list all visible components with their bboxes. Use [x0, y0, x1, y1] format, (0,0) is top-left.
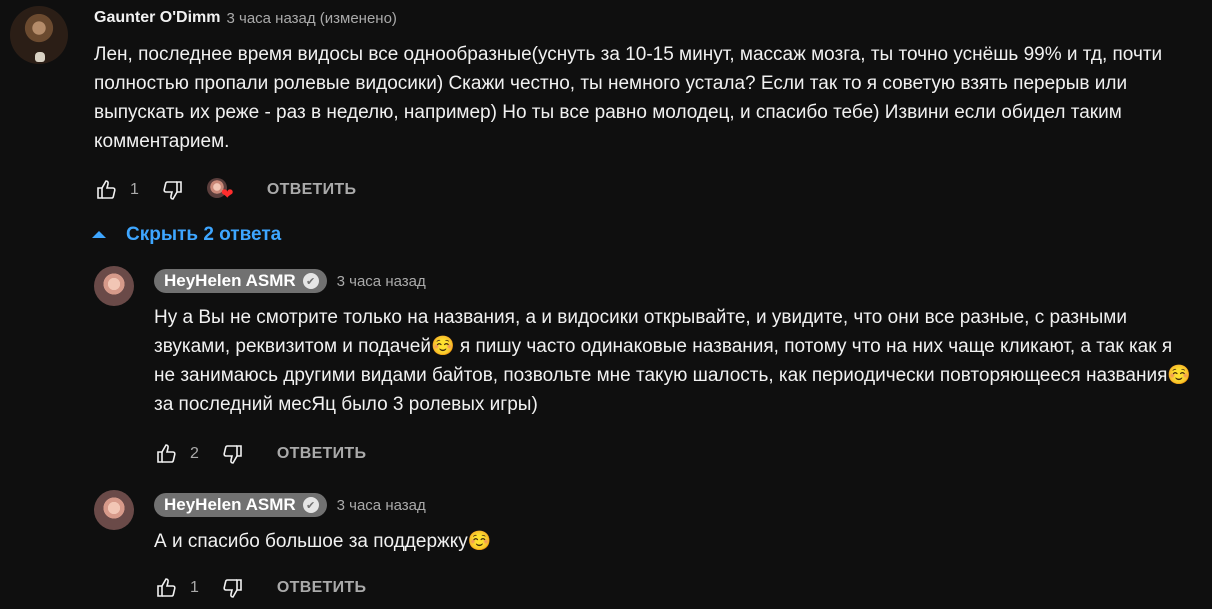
reply-comment: HeyHelen ASMR ✔ 3 часа назад А и спасибо…	[94, 490, 1204, 556]
thumbs-down-icon	[163, 181, 182, 200]
comment-header: Gaunter O'Dimm 3 часа назад (изменено)	[94, 6, 1204, 30]
thumbs-down-icon	[223, 445, 242, 464]
thumbs-up-icon	[97, 180, 116, 199]
dislike-button[interactable]	[219, 441, 245, 467]
reply-comment: HeyHelen ASMR ✔ 3 часа назад Ну а Вы не …	[94, 266, 1204, 419]
comment-text: А и спасибо большое за поддержку☺️	[154, 531, 492, 552]
like-button[interactable]	[94, 177, 120, 203]
author-badge[interactable]: HeyHelen ASMR ✔	[154, 269, 327, 293]
like-count: 1	[130, 181, 139, 198]
like-button[interactable]	[154, 575, 180, 601]
comment-text: Ну а Вы не смотрите только на названия, …	[154, 307, 1192, 415]
comment-time[interactable]: 3 часа назад (изменено)	[227, 10, 397, 27]
author-badge[interactable]: HeyHelen ASMR ✔	[154, 493, 327, 517]
check-circle-icon: ✔	[302, 497, 319, 513]
main-comment-actions: 1 ❤ ОТВЕТИТЬ	[94, 172, 356, 208]
thumbs-up-icon	[157, 444, 176, 463]
thumbs-up-icon	[157, 578, 176, 597]
reply-button[interactable]: ОТВЕТИТЬ	[267, 181, 356, 199]
reply-actions: 1 ОТВЕТИТЬ	[154, 570, 366, 606]
author-name: HeyHelen ASMR	[164, 271, 296, 290]
comment-header: HeyHelen ASMR ✔ 3 часа назад	[154, 269, 1204, 293]
comment-time[interactable]: 3 часа назад	[337, 497, 426, 514]
dislike-button[interactable]	[159, 177, 185, 203]
caret-up-icon	[92, 230, 106, 238]
main-comment: Gaunter O'Dimm 3 часа назад (изменено) Л…	[10, 6, 1204, 156]
comment-header: HeyHelen ASMR ✔ 3 часа назад	[154, 493, 1204, 517]
comment-text: Лен, последнее время видосы все однообра…	[94, 44, 1163, 152]
author-name: HeyHelen ASMR	[164, 495, 296, 514]
hide-replies-button[interactable]: Скрыть 2 ответа	[92, 224, 281, 246]
like-count: 2	[190, 445, 199, 462]
reply-button[interactable]: ОТВЕТИТЬ	[277, 445, 366, 463]
author-avatar[interactable]	[10, 6, 68, 64]
author-name[interactable]: Gaunter O'Dimm	[94, 9, 221, 27]
author-avatar[interactable]	[94, 266, 134, 306]
comment-time[interactable]: 3 часа назад	[337, 273, 426, 290]
thumbs-down-icon	[223, 579, 242, 598]
hide-replies-label: Скрыть 2 ответа	[126, 224, 282, 245]
check-circle-icon: ✔	[302, 273, 319, 289]
reply-button[interactable]: ОТВЕТИТЬ	[277, 579, 366, 597]
like-button[interactable]	[154, 441, 180, 467]
dislike-button[interactable]	[219, 575, 245, 601]
author-avatar[interactable]	[94, 490, 134, 530]
heart-icon: ❤	[220, 186, 234, 203]
like-count: 1	[190, 579, 199, 596]
creator-heart: ❤	[206, 178, 234, 203]
reply-actions: 2 ОТВЕТИТЬ	[154, 436, 366, 472]
